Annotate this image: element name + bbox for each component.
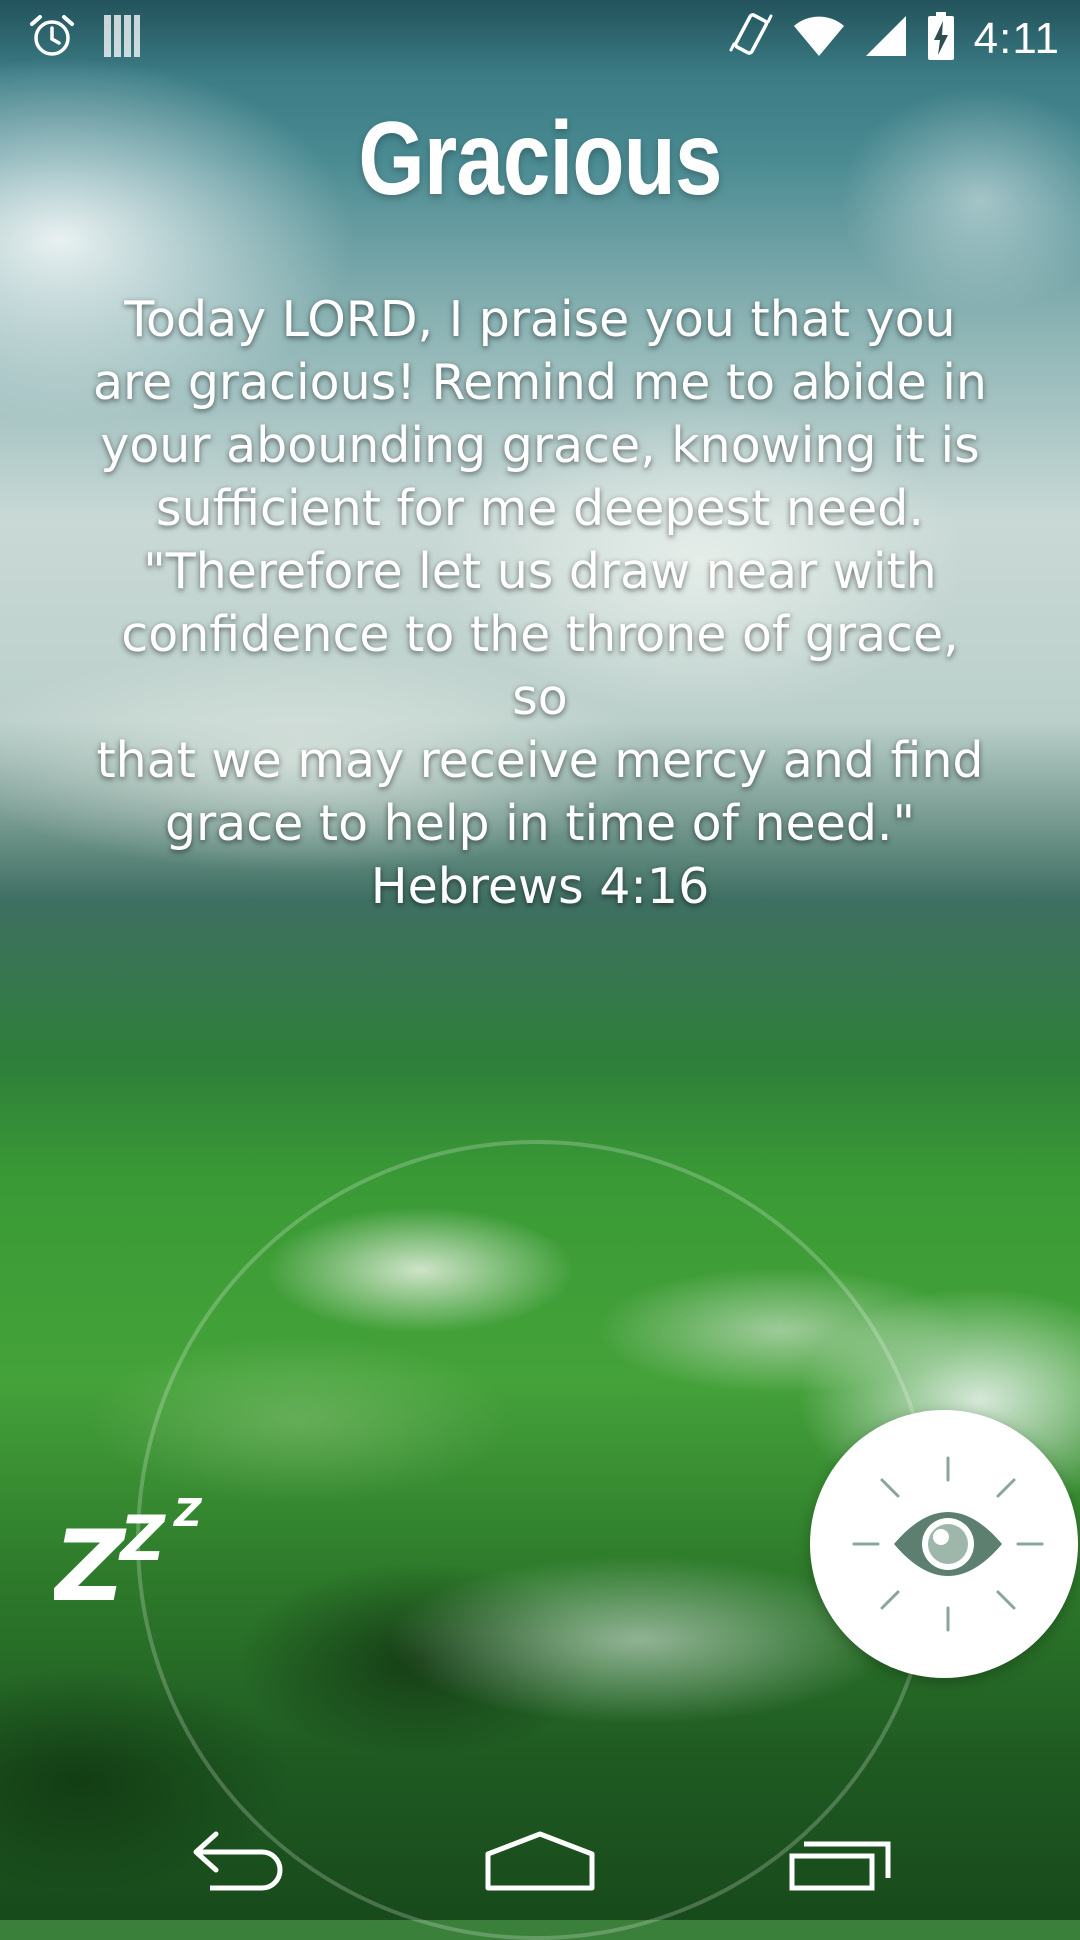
verse-line: confidence to the throne of grace, so [121,606,959,726]
verse-line: that we may receive mercy and find [96,732,984,789]
dismiss-eye-button[interactable] [810,1410,1078,1678]
verse-text: Today LORD, I praise you that you are gr… [90,288,990,918]
status-time: 4:11 [973,13,1060,63]
wifi-icon [792,14,846,63]
svg-text:Z: Z [54,1510,127,1610]
verse-line: are gracious! Remind me to abide in [93,354,987,411]
snooze-zzz-icon[interactable]: Z Z Z [51,1480,214,1624]
battery-charging-icon [926,11,956,66]
page-title: Gracious [358,101,722,217]
verse-line: your abounding grace, knowing it is [100,417,980,474]
signal-bars-icon [102,13,142,64]
eye-icon [852,1456,1044,1632]
status-bar: 4:11 [0,0,1080,75]
verse-line: sufficient for me deepest need. [156,480,924,537]
svg-text:Z: Z [173,1491,203,1535]
home-icon [485,1831,595,1891]
back-button[interactable] [180,1820,300,1900]
recents-button[interactable] [780,1820,900,1900]
navigation-bar [0,1800,1080,1920]
verse-line: Today LORD, I praise you that you [124,291,956,348]
alarm-icon [28,12,76,65]
back-icon [193,1831,283,1891]
vibrate-icon [728,10,774,67]
verse-reference: Hebrews 4:16 [370,858,710,915]
verse-line: "Therefore let us draw near with [143,543,937,600]
cell-signal-icon [864,14,908,63]
status-left-group [28,12,142,65]
home-button[interactable] [480,1820,600,1900]
verse-line: grace to help in time of need." [164,795,916,852]
recents-icon [789,1841,891,1891]
svg-text:Z: Z [118,1502,166,1575]
status-right-group: 4:11 [728,10,1060,67]
